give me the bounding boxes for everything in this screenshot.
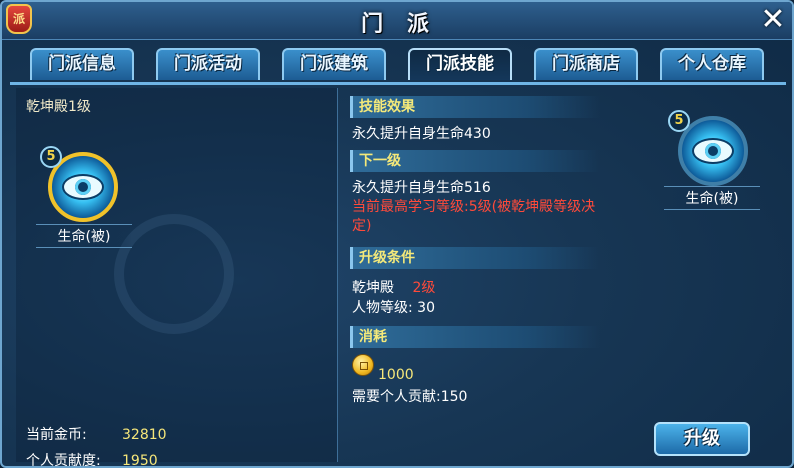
skill-detail-panel: 技能效果 永久提升自身生命430 下一级 永久提升自身生命516 当前最高学习等… [348, 88, 648, 462]
gold-row: 当前金币: 32810 [26, 424, 167, 444]
tab-personal-storage[interactable]: 个人仓库 [660, 48, 764, 80]
gold-value: 32810 [122, 427, 167, 443]
tab-sect-shop[interactable]: 门派商店 [534, 48, 638, 80]
condition-char-level: 人物等级: 30 [352, 300, 435, 316]
preview-skill-name: 生命(被) [664, 186, 760, 210]
contribution-value: 1950 [122, 453, 158, 468]
sect-window: 派 门 派 ✕ 门派信息 门派活动 门派建筑 门派技能 门派商店 个人仓库 乾坤… [0, 0, 794, 468]
gold-coin-icon [352, 354, 374, 376]
cost-gold-value: 1000 [378, 367, 414, 383]
close-icon[interactable]: ✕ [756, 4, 790, 38]
next-level-header: 下一级 [350, 150, 600, 172]
tab-sect-activity[interactable]: 门派活动 [156, 48, 260, 80]
tab-sect-info[interactable]: 门派信息 [30, 48, 134, 80]
tab-divider [10, 82, 786, 85]
effect-text: 永久提升自身生命430 [352, 126, 491, 142]
cost-contribution: 需要个人贡献:150 [352, 389, 468, 405]
condition-building-name: 乾坤殿 [352, 280, 394, 296]
background-ornament [114, 214, 234, 334]
eye-icon [692, 138, 734, 164]
tab-sect-skill[interactable]: 门派技能 [408, 48, 512, 80]
skill-level-badge: 5 [40, 146, 62, 168]
cost-header: 消耗 [350, 326, 600, 348]
max-level-note-cont: 定) [352, 218, 372, 234]
tab-sect-building[interactable]: 门派建筑 [282, 48, 386, 80]
condition-building-level: 2级 [412, 280, 436, 296]
eye-icon [62, 174, 104, 200]
title-bar: 派 门 派 ✕ [2, 2, 792, 40]
contribution-row: 个人贡献度: 1950 [26, 450, 158, 468]
upgrade-button[interactable]: 升级 [654, 422, 750, 456]
effect-header: 技能效果 [350, 96, 600, 118]
next-level-text: 永久提升自身生命516 [352, 180, 491, 196]
window-title: 门 派 [361, 12, 437, 37]
skill-list-panel: 乾坤殿1级 5 生命(被) 当前金币: 32810 个人贡献度: 1950 [16, 88, 338, 466]
condition-building-row: 乾坤殿 2级 [352, 277, 435, 297]
contribution-label: 个人贡献度: [26, 453, 101, 468]
condition-header: 升级条件 [350, 247, 600, 269]
building-level-label: 乾坤殿1级 [26, 99, 91, 115]
tab-bar: 门派信息 门派活动 门派建筑 门派技能 门派商店 个人仓库 [30, 48, 770, 82]
max-level-note: 当前最高学习等级:5级(被乾坤殿等级决 [352, 199, 596, 215]
skill-name-label: 生命(被) [36, 224, 132, 248]
gold-label: 当前金币: [26, 427, 87, 443]
preview-level-badge: 5 [668, 110, 690, 132]
